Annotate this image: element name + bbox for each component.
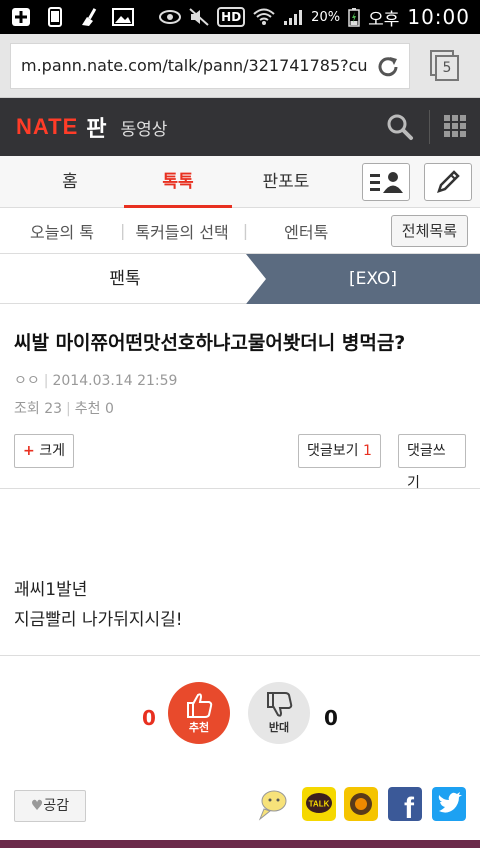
downvote-count: 0 — [324, 706, 338, 730]
post-date: 2014.03.14 21:59 — [52, 373, 178, 389]
recommend-count: 0 — [104, 401, 114, 417]
downvote-label: 반대 — [268, 721, 290, 734]
tab-talk[interactable]: 톡톡 — [124, 156, 232, 208]
tab-photo[interactable]: 판포토 — [232, 156, 340, 207]
ad-banner[interactable] — [0, 840, 480, 848]
nate-logo[interactable]: NATE — [16, 114, 78, 140]
twitter-icon[interactable] — [432, 787, 466, 821]
article-header: 씨발 마이쮸어떤맛선호하냐고물어봣더니 병먹금? ㅇㅇ | 2014.03.14 2… — [0, 330, 480, 491]
search-icon[interactable] — [386, 113, 414, 141]
comment-count: 1 — [362, 443, 372, 459]
author: ㅇㅇ — [14, 373, 40, 389]
write-comment-button[interactable]: 댓글쓰기 — [398, 434, 466, 491]
heart-icon: ♥ — [30, 798, 44, 814]
status-bar: HD 20% 오후 10:00 — [0, 0, 480, 34]
browser-toolbar: m.pann.nate.com/talk/pann/321741785?cu 5 — [0, 34, 480, 98]
empathy-button[interactable]: ♥공감 — [14, 790, 86, 822]
pencil-icon — [437, 170, 460, 193]
upvote-label: 추천 — [188, 721, 210, 734]
hd-icon: HD — [217, 7, 246, 27]
article-title: 씨발 마이쮸어떤맛선호하냐고물어봣더니 병먹금? — [14, 332, 406, 354]
tab-count: 5 — [435, 54, 459, 81]
view-comments-label: 댓글보기 — [307, 443, 359, 459]
font-bigger-label: 크게 — [39, 443, 65, 459]
article-meta: ㅇㅇ | 2014.03.14 21:59 — [14, 373, 178, 389]
category-breadcrumb: [EXO] 팬톡 — [0, 254, 480, 304]
add-notification-icon — [10, 7, 32, 27]
plus-icon: + — [23, 443, 35, 459]
menu-grid-icon[interactable] — [444, 115, 466, 137]
tab-home[interactable]: 홈 — [16, 156, 124, 207]
body-line: 괘씨1발년 — [14, 580, 88, 600]
upvote-count: 0 — [142, 706, 156, 730]
battery-percent: 20% — [311, 9, 341, 25]
kakaotalk-icon[interactable]: TALK — [302, 787, 336, 821]
recommend-label: 추천 — [74, 401, 101, 417]
view-comments-button[interactable]: 댓글보기 1 — [298, 434, 381, 468]
article-actions: + 크게 댓글보기 1 댓글쓰기 — [14, 434, 466, 491]
gallery-icon — [112, 7, 134, 27]
thumbs-up-icon — [187, 693, 213, 718]
reload-icon[interactable] — [375, 54, 401, 80]
facebook-glyph: f — [404, 792, 415, 821]
subtab-talkers-choice[interactable]: 톡커들의 선택 — [135, 219, 228, 243]
article-body: 괘씨1발년 지금빨리 나가뒤지시길! — [0, 575, 480, 635]
kakaostory-icon[interactable] — [344, 787, 378, 821]
subtab-entertalk[interactable]: 엔터톡 — [284, 219, 328, 243]
downvote-button[interactable]: 반대 — [248, 682, 310, 744]
kakaotalk-label: TALK — [309, 800, 330, 809]
empathy-label: 공감 — [43, 798, 70, 814]
mute-icon — [189, 8, 209, 26]
comment-icon[interactable] — [256, 787, 290, 821]
views-count: 23 — [44, 401, 63, 417]
battery-icon — [348, 8, 360, 27]
wifi-icon — [253, 8, 275, 25]
eye-icon — [159, 10, 182, 24]
share-bar: ♥공감 TALK f — [0, 768, 480, 848]
sub-tabs: 오늘의 톡 | 톡커들의 선택 | 엔터톡 전체목록 — [0, 208, 480, 254]
cleaner-icon — [78, 7, 100, 27]
write-comment-label: 댓글쓰기 — [407, 443, 446, 491]
signal-icon — [284, 10, 303, 25]
pann-logo[interactable]: 판 — [86, 111, 106, 143]
facebook-icon[interactable]: f — [388, 787, 422, 821]
thumbs-down-icon — [267, 692, 293, 717]
site-header: NATE 판 동영상 — [0, 98, 480, 156]
write-button[interactable] — [424, 163, 472, 201]
tab-switcher-button[interactable]: 5 — [430, 49, 460, 82]
url-field[interactable]: m.pann.nate.com/talk/pann/321741785?cu — [10, 42, 410, 89]
article-stats: 조회 23 | 추천 0 — [14, 401, 114, 417]
body-line: 지금빨리 나가뒤지시길! — [14, 610, 183, 630]
ampm-label: 오후 — [368, 9, 400, 30]
all-list-button[interactable]: 전체목록 — [390, 215, 468, 247]
upvote-button[interactable]: 추천 — [168, 682, 230, 744]
views-label: 조회 — [14, 401, 40, 417]
video-link[interactable]: 동영상 — [121, 115, 168, 140]
subtab-today[interactable]: 오늘의 톡 — [30, 219, 94, 243]
category-exo[interactable]: [EXO] — [246, 254, 480, 304]
main-tabs: 홈 톡톡 판포토 — [0, 156, 480, 208]
url-text: m.pann.nate.com/talk/pann/321741785?cu — [21, 56, 368, 75]
clock: 10:00 — [407, 5, 470, 29]
user-list-icon — [370, 172, 403, 193]
category-fantalk[interactable]: 팬톡 — [0, 254, 250, 304]
font-bigger-button[interactable]: + 크게 — [14, 434, 74, 468]
my-page-button[interactable] — [362, 163, 410, 201]
vote-section: 0 추천 반대 0 — [0, 656, 480, 768]
phone-icon — [44, 7, 66, 27]
